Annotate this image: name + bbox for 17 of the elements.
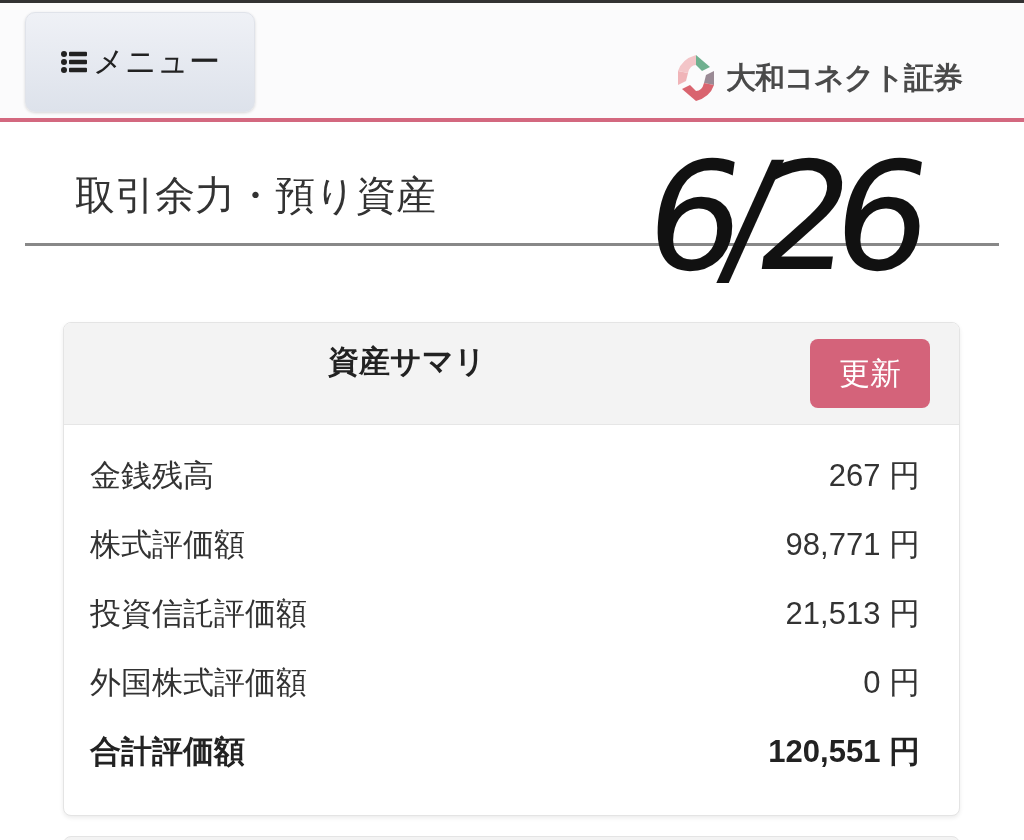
- refresh-button[interactable]: 更新: [810, 339, 930, 408]
- row-label: 金銭残高: [90, 456, 214, 495]
- logo-text: 大和コネクト証券: [726, 59, 962, 96]
- row-value: 120,551 円: [768, 732, 920, 771]
- row-value: 0 円: [863, 663, 920, 702]
- handwritten-date: 6/26: [634, 129, 927, 306]
- row-label: 外国株式評価額: [90, 663, 307, 702]
- row-value: 267 円: [828, 456, 920, 495]
- page-title: 取引余力・預り資産: [75, 172, 436, 219]
- row-value: 98,771 円: [785, 525, 920, 564]
- menu-icon: [60, 51, 87, 73]
- row-value: 21,513 円: [785, 594, 920, 633]
- row-label: 株式評価額: [90, 525, 245, 564]
- row-label: 合計評価額: [90, 732, 245, 771]
- card-title: 資産サマリ: [327, 343, 487, 381]
- menu-button[interactable]: メニュー: [25, 12, 255, 112]
- row-label: 投資信託評価額: [90, 594, 307, 633]
